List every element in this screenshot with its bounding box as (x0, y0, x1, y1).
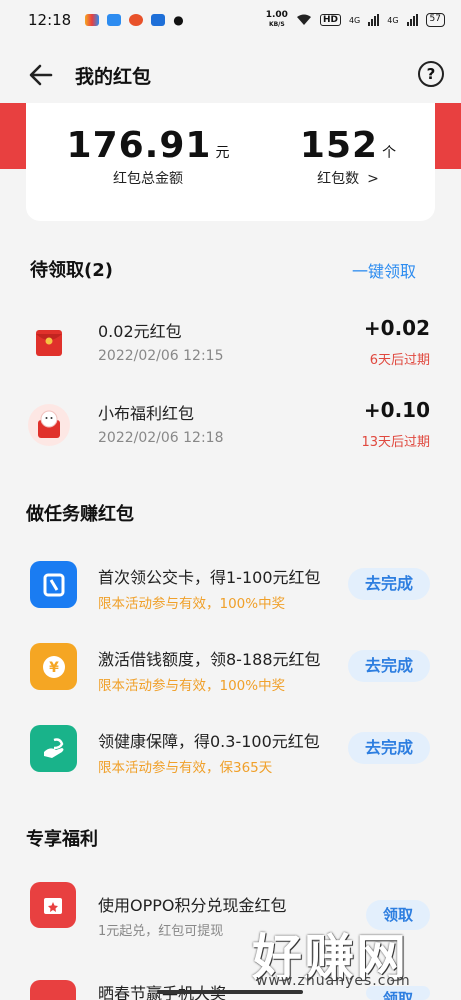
battery-icon: 57 (425, 13, 445, 27)
watermark: 好赚网 www.zhuanyes.com (248, 918, 448, 998)
task-title: 领健康保障，得0.3-100元红包 (98, 732, 320, 751)
count-value: 152 (299, 125, 379, 166)
watermark-url: www.zhuanyes.com (256, 973, 411, 989)
gift-icon (30, 980, 76, 1000)
gift-icon (30, 882, 76, 928)
status-indicators: 1.00 KB/S HD 4G 4G 57 (266, 11, 445, 29)
benefit-title: 使用OPPO积分兑现金红包 (98, 896, 287, 915)
task-title: 首次领公交卡，得1-100元红包 (98, 568, 321, 587)
svg-text:¥: ¥ (49, 660, 59, 676)
pending-section-title: 待领取(2) (30, 260, 113, 281)
back-arrow-icon[interactable] (26, 60, 56, 90)
tasks-section-title: 做任务赚红包 (26, 504, 134, 525)
pending-item[interactable]: 小布福利红包 2022/02/06 12:18 +0.10 13天后过期 (0, 392, 461, 472)
task-item[interactable]: 首次领公交卡，得1-100元红包 限本活动参与有效，100%中奖 去完成 (0, 558, 461, 638)
count-unit: 个 (382, 145, 397, 161)
task-complete-button[interactable]: 去完成 (348, 568, 430, 600)
total-amount-label: 红包总金额 (113, 171, 183, 187)
task-item[interactable]: ¥ 激活借钱额度，领8-188元红包 限本活动参与有效，100%中奖 去完成 (0, 640, 461, 720)
yuan-coin-icon: ¥ (30, 643, 77, 690)
signal-label: 4G (387, 15, 399, 25)
count-block[interactable]: 152 个 红包数 > (258, 125, 438, 188)
signal-icon (406, 14, 418, 26)
pending-item[interactable]: 0.02元红包 2022/02/06 12:15 +0.02 6天后过期 (0, 310, 461, 390)
wifi-icon (296, 14, 311, 25)
pending-item-amount: +0.02 (363, 316, 430, 340)
task-subtitle: 限本活动参与有效，保365天 (98, 760, 273, 776)
claim-all-button[interactable]: 一键领取 (352, 258, 416, 282)
total-amount-value: 176.91 (66, 125, 212, 166)
signal-label: 4G (348, 15, 361, 25)
health-hand-icon (30, 725, 77, 772)
task-title: 激活借钱额度，领8-188元红包 (98, 650, 321, 669)
task-subtitle: 限本活动参与有效，100%中奖 (98, 596, 286, 612)
pending-item-expire: 6天后过期 (369, 353, 430, 368)
network-speed: 1.00 KB/S (265, 10, 288, 29)
total-amount-block: 176.91 元 红包总金额 (58, 125, 238, 188)
app-notification-icon (151, 14, 166, 26)
red-banner-left (0, 103, 28, 169)
pending-item-time: 2022/02/06 12:15 (98, 348, 224, 364)
benefits-section-title: 专享福利 (26, 829, 98, 850)
task-subtitle: 限本活动参与有效，100%中奖 (98, 678, 286, 694)
weibo-icon (129, 14, 144, 26)
pending-item-amount: +0.10 (363, 398, 430, 422)
xiaobu-envelope-icon (28, 404, 70, 446)
signal-icon (368, 14, 380, 26)
status-time: 12:18 (28, 11, 72, 29)
header: 我的红包 ? (0, 52, 461, 96)
task-item[interactable]: 领健康保障，得0.3-100元红包 限本活动参与有效，保365天 去完成 (0, 722, 461, 802)
app-notification-icon (85, 14, 100, 26)
pending-item-expire: 13天后过期 (361, 435, 430, 450)
summary-card: 176.91 元 红包总金额 152 个 红包数 > (26, 103, 435, 221)
page-title: 我的红包 (75, 66, 152, 88)
chevron-right-icon: > (367, 171, 379, 187)
benefit-subtitle: 1元起兑，红包可提现 (98, 924, 224, 939)
app-notification-icon (107, 14, 122, 26)
task-complete-button[interactable]: 去完成 (348, 650, 430, 682)
total-amount-unit: 元 (215, 145, 230, 161)
bus-card-icon (30, 561, 77, 608)
red-envelope-icon (36, 330, 62, 356)
home-indicator[interactable] (157, 990, 303, 994)
pending-item-title: 小布福利红包 (98, 404, 195, 423)
hd-badge: HD (319, 14, 341, 26)
status-bar: 12:18 ● 1.00 KB/S HD 4G 4G 57 (0, 0, 461, 40)
task-complete-button[interactable]: 去完成 (348, 732, 430, 764)
help-icon[interactable]: ? (418, 61, 444, 87)
count-label: 红包数 (317, 171, 360, 187)
pending-item-time: 2022/02/06 12:18 (98, 430, 224, 446)
pending-item-title: 0.02元红包 (98, 322, 182, 341)
more-dot-icon: ● (173, 13, 184, 27)
status-app-icons: ● (85, 13, 184, 27)
